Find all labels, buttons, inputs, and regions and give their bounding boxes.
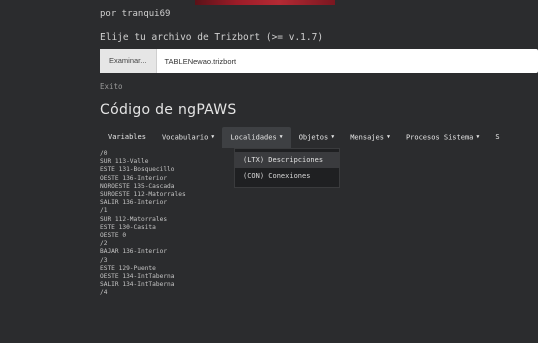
localidades-dropdown: (LTX) Descripciones (CON) Conexiones xyxy=(234,148,340,188)
browse-button[interactable]: Examinar... xyxy=(100,49,157,73)
caret-down-icon: ▼ xyxy=(331,134,335,140)
menu-label: Objetos xyxy=(298,133,329,142)
menu-mensajes[interactable]: Mensajes ▼ xyxy=(342,127,398,148)
code-line: /0 xyxy=(100,150,108,157)
menu-objetos[interactable]: Objetos ▼ xyxy=(291,127,343,148)
menu-vocabulario[interactable]: Vocabulario ▼ xyxy=(154,127,222,148)
author-line: por tranqui69 xyxy=(100,9,171,19)
file-input[interactable]: Examinar... TABLENewao.trizbort xyxy=(100,49,538,73)
menu-label: Mensajes xyxy=(350,133,384,142)
menu-label: Procesos Sistema xyxy=(405,133,474,142)
code-line: /1 xyxy=(100,207,108,215)
code-menu-bar: Variables Vocabulario ▼ Localidades ▼ Obje… xyxy=(100,127,508,148)
code-line: OESTE 0 xyxy=(100,232,127,240)
code-line: SUR 113-Valle xyxy=(100,158,149,166)
menu-truncated[interactable]: S xyxy=(487,127,507,148)
code-line: OESTE 134-IntTaberna xyxy=(100,273,175,281)
code-line: NOROESTE 135-Cascada xyxy=(100,182,175,190)
menu-label: Variables xyxy=(108,133,146,141)
code-line: /2 xyxy=(100,240,108,248)
caret-down-icon: ▼ xyxy=(211,134,215,140)
file-name: TABLENewao.trizbort xyxy=(164,56,237,66)
code-line: SUR 112-Matorrales xyxy=(100,215,168,223)
file-prompt: Elije tu archivo de Trizbort (>= v.1.7) xyxy=(100,32,324,43)
code-line: OESTE 136-Interior xyxy=(100,174,168,182)
menu-label: S xyxy=(495,133,500,141)
caret-down-icon: ▼ xyxy=(279,134,283,140)
menu-procesos-sistema[interactable]: Procesos Sistema ▼ xyxy=(398,127,487,148)
top-banner-image xyxy=(195,0,335,5)
status-text: Exito xyxy=(100,82,123,91)
caret-down-icon: ▼ xyxy=(476,134,480,140)
code-line: BAJAR 136-Interior xyxy=(100,248,168,256)
menu-label: Vocabulario xyxy=(161,133,209,142)
code-line: SUROESTE 112-Matorrales xyxy=(100,191,186,199)
code-line: ESTE 129-Puente xyxy=(100,264,156,272)
code-line: /4 xyxy=(100,289,108,297)
menu-label: Localidades xyxy=(230,133,277,142)
menu-localidades[interactable]: Localidades ▼ xyxy=(222,127,291,148)
page-title: Código de ngPAWS xyxy=(100,102,237,118)
menu-variables[interactable]: Variables xyxy=(100,127,154,148)
code-line: ESTE 130-Casita xyxy=(100,223,156,231)
code-output: /0 SUR 113-Valle ESTE 131-Bosquecillo OE… xyxy=(100,150,186,298)
code-line: SALIR 136-Interior xyxy=(100,199,168,207)
code-line: SALIR 134-IntTaberna xyxy=(100,281,175,289)
code-line: ESTE 131-Bosquecillo xyxy=(100,166,175,174)
caret-down-icon: ▼ xyxy=(386,134,390,140)
dropdown-item-descripciones[interactable]: (LTX) Descripciones xyxy=(235,152,339,168)
code-line: /3 xyxy=(100,256,108,264)
dropdown-item-conexiones[interactable]: (CON) Conexiones xyxy=(235,168,339,184)
